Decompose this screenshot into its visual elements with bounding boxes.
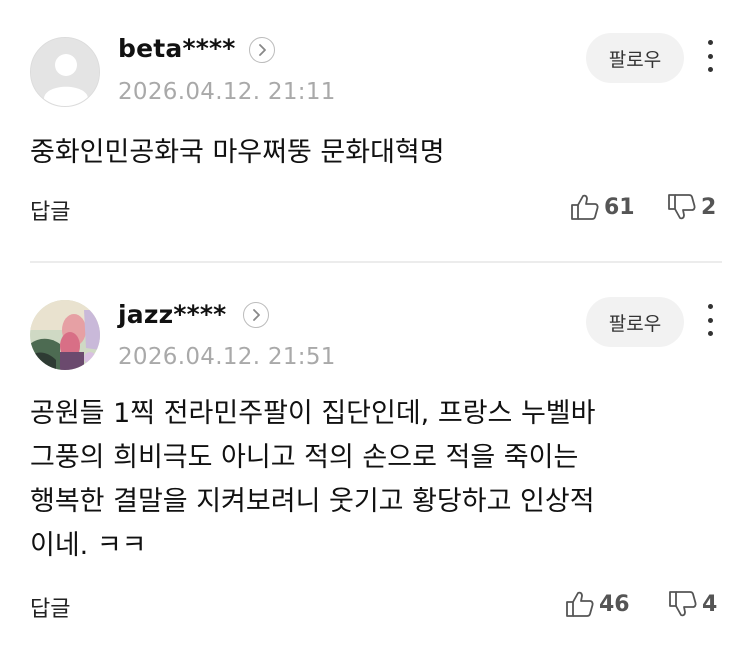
thumbs-down-icon <box>669 591 697 617</box>
comment-item: beta**** 2026.04.12. 21:11 팔로우 중화인민공화국 마… <box>0 0 750 262</box>
dislike-button[interactable]: 4 <box>668 590 717 618</box>
follow-button[interactable]: 팔로우 <box>586 297 684 347</box>
thumbs-up-icon <box>566 591 594 617</box>
like-count: 46 <box>599 591 630 617</box>
like-button[interactable]: 61 <box>570 193 635 221</box>
comment-date: 2026.04.12. 21:51 <box>118 344 336 370</box>
like-count: 61 <box>604 194 635 220</box>
chevron-right-icon[interactable] <box>243 302 269 328</box>
avatar[interactable] <box>30 300 100 370</box>
username[interactable]: jazz**** <box>118 300 226 329</box>
chevron-right-icon[interactable] <box>249 37 275 63</box>
default-avatar-icon <box>31 38 99 106</box>
comment-item: jazz**** 2026.04.12. 21:51 팔로우 공원들 1찍 전라… <box>0 264 750 662</box>
reply-button[interactable]: 답글 <box>30 591 70 623</box>
avatar[interactable] <box>30 37 100 107</box>
dislike-count: 2 <box>701 194 717 220</box>
follow-button[interactable]: 팔로우 <box>586 33 684 83</box>
thumbs-up-icon <box>571 194 599 220</box>
username[interactable]: beta**** <box>118 34 236 63</box>
comment-text: 공원들 1찍 전라민주팔이 집단인데, 프랑스 누벨바 그풍의 희비극도 아니고… <box>30 398 596 561</box>
comment-divider <box>30 261 722 263</box>
dislike-button[interactable]: 2 <box>667 193 716 221</box>
like-button[interactable]: 46 <box>565 590 630 618</box>
profile-photo <box>30 300 100 370</box>
more-vertical-icon[interactable] <box>700 38 720 74</box>
comment-date: 2026.04.12. 21:11 <box>118 79 336 105</box>
dislike-count: 4 <box>702 591 718 617</box>
reply-button[interactable]: 답글 <box>30 194 70 226</box>
comment-text: 중화인민공화국 마우쩌뚱 문화대혁명 <box>30 137 445 168</box>
more-vertical-icon[interactable] <box>700 302 720 338</box>
thumbs-down-icon <box>668 194 696 220</box>
